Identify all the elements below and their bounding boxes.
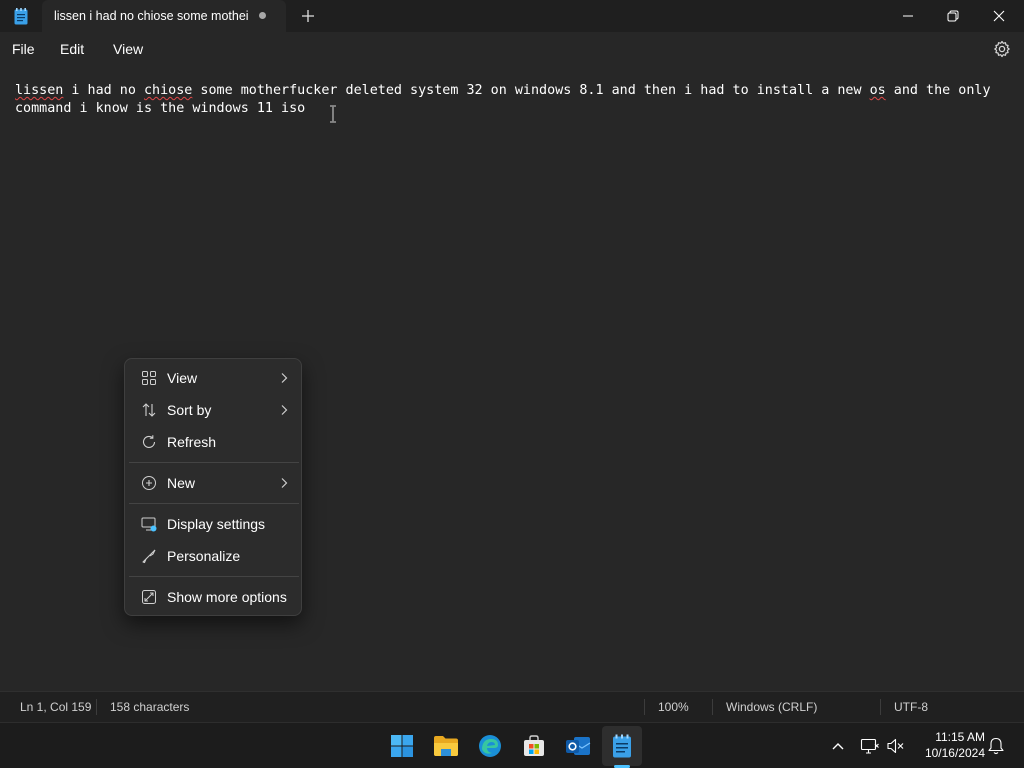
- cursor-position: Ln 1, Col 159: [20, 700, 92, 714]
- context-label: Refresh: [167, 434, 217, 450]
- new-tab-plus-icon[interactable]: [298, 6, 318, 26]
- tab-title: lissen i had no chiose some mothei: [54, 9, 248, 23]
- context-item-personalize[interactable]: Personalize: [129, 541, 299, 571]
- chevron-right-icon: [281, 405, 288, 415]
- menu-file[interactable]: File: [12, 41, 35, 57]
- text-segment: some motherfucker deleted system 32 on w…: [192, 83, 870, 98]
- brush-icon: [142, 549, 156, 564]
- context-label: View: [167, 370, 198, 386]
- menu-bar: File Edit View: [0, 32, 1024, 68]
- status-divider: [712, 699, 713, 715]
- misspelled-word: chiose: [144, 83, 193, 98]
- volume-muted-icon[interactable]: [886, 736, 906, 756]
- menu-edit[interactable]: Edit: [60, 41, 84, 57]
- context-separator: [129, 462, 299, 463]
- text-cursor-icon: [330, 105, 336, 123]
- restore-button[interactable]: [930, 0, 976, 32]
- close-icon: [993, 10, 1005, 22]
- expand-icon: [142, 590, 156, 604]
- minimize-icon: [903, 15, 913, 17]
- notification-bell-icon[interactable]: [986, 736, 1006, 756]
- document-tab[interactable]: lissen i had no chiose some mothei: [42, 0, 286, 32]
- line-ending[interactable]: Windows (CRLF): [726, 700, 817, 714]
- chevron-up-icon[interactable]: [828, 736, 848, 756]
- status-bar: Ln 1, Col 159 158 characters 100% Window…: [0, 691, 1024, 722]
- restore-icon: [947, 10, 959, 22]
- misspelled-word: lissen: [15, 83, 64, 98]
- context-item-refresh[interactable]: Refresh: [129, 427, 299, 457]
- windows-start-icon: [391, 735, 413, 757]
- store-icon: [524, 735, 544, 756]
- notepad-icon: [14, 8, 28, 25]
- minimize-button[interactable]: [885, 0, 931, 32]
- refresh-icon: [142, 435, 156, 448]
- zoom-level[interactable]: 100%: [658, 700, 689, 714]
- unsaved-dot-icon[interactable]: [259, 12, 266, 19]
- context-separator: [129, 576, 299, 577]
- context-label: Sort by: [167, 402, 212, 418]
- status-divider: [880, 699, 881, 715]
- context-label: Show more options: [167, 589, 287, 605]
- context-item-view[interactable]: View: [129, 363, 299, 393]
- grid-icon: [142, 371, 156, 385]
- context-item-sort-by[interactable]: Sort by: [129, 395, 299, 425]
- clock-time: 11:15 AM: [935, 730, 985, 744]
- taskbar-file-explorer[interactable]: [426, 726, 466, 766]
- start-button[interactable]: [382, 726, 422, 766]
- file-explorer-icon: [434, 736, 458, 756]
- context-item-new[interactable]: New: [129, 468, 299, 498]
- context-menu: View Sort by Refresh New Display setting…: [124, 358, 302, 616]
- edge-icon: [479, 735, 501, 757]
- context-label: Display settings: [167, 516, 266, 532]
- notepad-icon: [613, 734, 631, 758]
- menu-view[interactable]: View: [113, 41, 143, 57]
- settings-gear-icon[interactable]: [993, 40, 1011, 58]
- character-count: 158 characters: [110, 700, 190, 714]
- chevron-right-icon: [281, 373, 288, 383]
- taskbar-edge[interactable]: [470, 726, 510, 766]
- taskbar: 11:15 AM 10/16/2024: [0, 722, 1024, 768]
- outlook-icon: [566, 737, 591, 755]
- status-divider: [96, 699, 97, 715]
- context-label: Personalize: [167, 548, 241, 564]
- sort-icon: [142, 403, 156, 417]
- network-icon[interactable]: [860, 736, 880, 756]
- close-button[interactable]: [976, 0, 1022, 32]
- taskbar-store[interactable]: [514, 726, 554, 766]
- taskbar-outlook[interactable]: [558, 726, 598, 766]
- plus-circle-icon: [142, 476, 156, 490]
- display-icon: [141, 517, 157, 532]
- context-separator: [129, 503, 299, 504]
- clock-date: 10/16/2024: [924, 746, 985, 760]
- misspelled-word: os: [869, 83, 886, 98]
- title-bar: lissen i had no chiose some mothei: [0, 0, 1024, 32]
- context-label: New: [167, 475, 196, 491]
- clock[interactable]: 11:15 AM 10/16/2024: [915, 729, 985, 761]
- taskbar-notepad[interactable]: [602, 726, 642, 766]
- chevron-right-icon: [281, 478, 288, 488]
- text-segment: i had no: [63, 83, 144, 98]
- context-item-show-more-options[interactable]: Show more options: [129, 582, 299, 612]
- encoding[interactable]: UTF-8: [894, 700, 928, 714]
- document-text[interactable]: lissen i had no chiose some motherfucker…: [15, 82, 1010, 118]
- context-item-display-settings[interactable]: Display settings: [129, 509, 299, 539]
- status-divider: [644, 699, 645, 715]
